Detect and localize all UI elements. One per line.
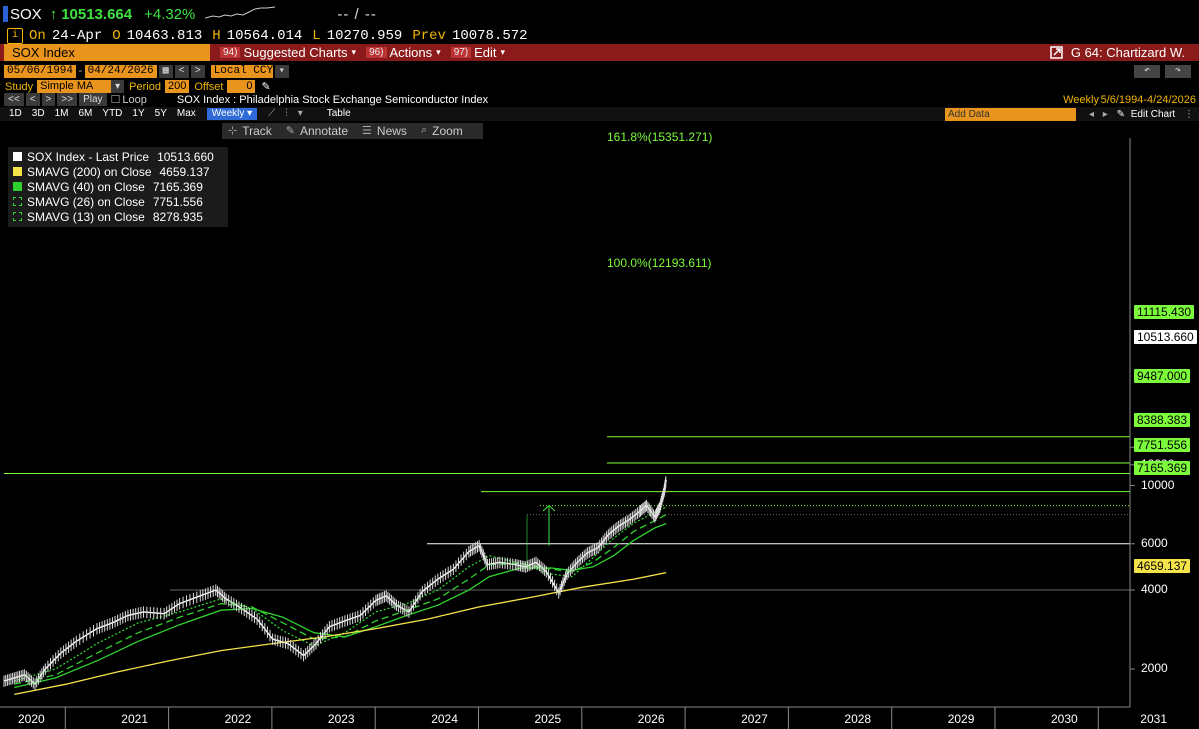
- legend-swatch: [13, 212, 22, 221]
- legend-item[interactable]: SMAVG (13) on Close 8278.935: [8, 209, 228, 224]
- legend-label: SOX Index - Last Price: [27, 149, 150, 164]
- x-tick-label: 2030: [1051, 712, 1078, 726]
- price-chart[interactable]: [0, 0, 1199, 729]
- legend-label: SMAVG (200) on Close: [27, 164, 152, 179]
- ma26-tag: 7751.556: [1134, 438, 1191, 452]
- fib-100-label: 100.0%(12193.611): [607, 256, 712, 270]
- legend-item[interactable]: SMAVG (200) on Close 4659.137: [8, 164, 228, 179]
- legend-value: 4659.137: [159, 164, 210, 179]
- x-tick-label: 2021: [121, 712, 148, 726]
- legend-item[interactable]: SMAVG (40) on Close 7165.369: [8, 179, 228, 194]
- y-tick-label: 10000: [1141, 477, 1175, 492]
- legend-value: 8278.935: [152, 209, 203, 224]
- legend-label: SMAVG (40) on Close: [27, 179, 145, 194]
- level-tag-8388: 8388.383: [1134, 413, 1191, 427]
- x-tick-label: 2031: [1140, 712, 1167, 726]
- ma200-tag: 4659.137: [1134, 559, 1191, 573]
- series-line-0: [3, 479, 667, 686]
- ma40-tag: 7165.369: [1134, 461, 1191, 475]
- x-tick-label: 2029: [947, 712, 975, 726]
- legend-label: SMAVG (26) on Close: [27, 194, 145, 209]
- legend-item[interactable]: SMAVG (26) on Close 7751.556: [8, 194, 228, 209]
- x-tick-label: 2023: [327, 712, 355, 726]
- y-tick-label: 6000: [1141, 535, 1168, 550]
- series-line-1: [14, 506, 667, 682]
- series-line-4: [14, 571, 667, 696]
- level-tag-11115: 11115.430: [1134, 305, 1195, 319]
- fib-161-label: 161.8%(15351.271): [607, 130, 713, 144]
- series-line-3: [14, 522, 667, 689]
- x-tick-label: 2027: [741, 712, 768, 726]
- legend-swatch: [13, 182, 22, 191]
- chart-legend: SOX Index - Last Price 10513.660 SMAVG (20…: [8, 147, 228, 227]
- level-tag-9487: 9487.000: [1134, 369, 1191, 383]
- last-price-tag: 10513.660: [1134, 330, 1197, 344]
- y-tick-label: 4000: [1141, 582, 1168, 596]
- legend-value: 7165.369: [152, 179, 203, 194]
- x-tick-label: 2022: [224, 712, 252, 726]
- legend-label: SMAVG (13) on Close: [27, 209, 145, 224]
- series-line-2: [14, 514, 667, 685]
- x-tick-label: 2025: [534, 712, 562, 726]
- legend-value: 7751.556: [152, 194, 203, 209]
- x-tick-label: 2028: [844, 712, 872, 726]
- legend-swatch: [13, 167, 22, 176]
- x-tick-label: 2026: [637, 712, 665, 726]
- legend-value: 10513.660: [157, 149, 214, 164]
- y-tick-label: 2000: [1141, 661, 1168, 675]
- legend-swatch: [13, 197, 22, 206]
- legend-item[interactable]: SOX Index - Last Price 10513.660: [8, 149, 228, 164]
- legend-swatch: [13, 152, 22, 161]
- x-tick-label: 2020: [18, 712, 45, 726]
- x-tick-label: 2024: [431, 712, 458, 726]
